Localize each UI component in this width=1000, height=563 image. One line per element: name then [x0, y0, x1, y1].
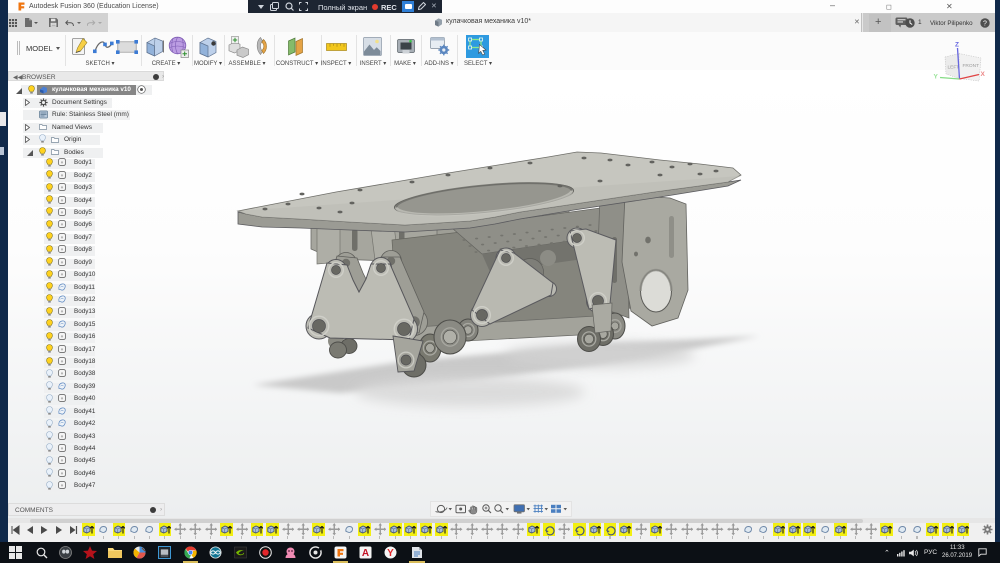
- svg-text:Z: Z: [955, 42, 959, 49]
- svg-text:?: ?: [983, 20, 987, 27]
- svg-text:A: A: [362, 548, 369, 559]
- svg-text:FRONT: FRONT: [963, 63, 980, 69]
- svg-text:Y: Y: [934, 74, 939, 81]
- svg-text:Y: Y: [387, 548, 394, 559]
- svg-text:LEFT: LEFT: [948, 65, 960, 71]
- svg-text:X: X: [981, 71, 986, 78]
